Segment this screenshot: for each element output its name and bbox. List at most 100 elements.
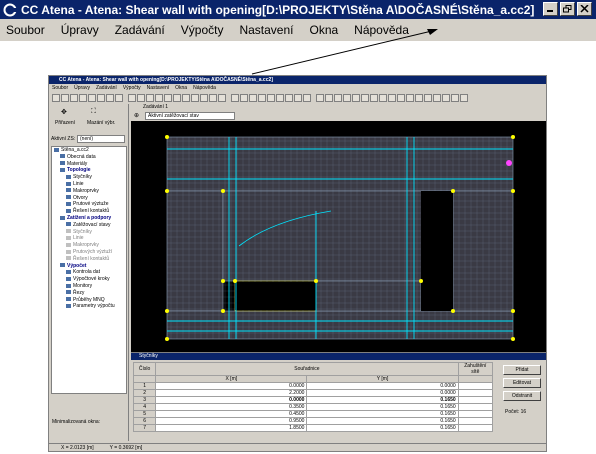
table-row[interactable]: 2 2.2000 0.0000: [132, 389, 494, 397]
toolbar-button[interactable]: [155, 94, 163, 102]
tree-item[interactable]: Makroprvky: [52, 242, 126, 249]
add-button[interactable]: Přidat: [503, 365, 541, 375]
toolbar-button[interactable]: [137, 94, 145, 102]
toolbar-button[interactable]: [209, 94, 217, 102]
toolbar-button[interactable]: [182, 94, 190, 102]
tree-item[interactable]: Monitory: [52, 283, 126, 290]
toolbar-button[interactable]: [191, 94, 199, 102]
tree-item[interactable]: Prutových výztuží: [52, 249, 126, 256]
toolbar-button[interactable]: [397, 94, 405, 102]
toolbar-button[interactable]: [276, 94, 284, 102]
tree-item[interactable]: Otvory: [52, 195, 126, 202]
toolbar-button[interactable]: [267, 94, 275, 102]
tree-item-label: Otvory: [73, 194, 88, 201]
delete-button[interactable]: Odstranit: [503, 391, 541, 401]
node-point: [165, 337, 169, 341]
tree-item[interactable]: Makroprvky: [52, 188, 126, 195]
toolbar-button[interactable]: [406, 94, 414, 102]
loadcase-select[interactable]: Aktivní zatěžovací stav: [145, 112, 235, 120]
toolbar-button[interactable]: [424, 94, 432, 102]
tree-item[interactable]: Kontrola dat: [52, 269, 126, 276]
x-cell: 1.8500: [155, 424, 308, 432]
small-menu-item[interactable]: Zadávání: [96, 84, 117, 92]
row-number: 6: [132, 417, 157, 425]
small-menu-item[interactable]: Úpravy: [74, 84, 90, 92]
tree-item[interactable]: Styčníky: [52, 174, 126, 181]
tree-item[interactable]: Výpočet: [52, 263, 126, 270]
toolbar-button[interactable]: [352, 94, 360, 102]
toolbar-button[interactable]: [325, 94, 333, 102]
toolbar-button[interactable]: [258, 94, 266, 102]
toolbar-button[interactable]: [249, 94, 257, 102]
tree-item[interactable]: Obecná data: [52, 154, 126, 161]
active-loadcase-select[interactable]: (není): [77, 135, 125, 143]
tree-item[interactable]: Zatěžovací stavy: [52, 222, 126, 229]
assign-icon[interactable]: ✥: [61, 108, 67, 116]
toolbar-button[interactable]: [61, 94, 69, 102]
table-row[interactable]: 6 0.9500 0.1650: [132, 417, 494, 425]
small-menu-item[interactable]: Výpočty: [123, 84, 141, 92]
edit-button[interactable]: Editovat: [503, 378, 541, 388]
toolbar-button[interactable]: [285, 94, 293, 102]
node-point: [165, 309, 169, 313]
toolbar-button[interactable]: [442, 94, 450, 102]
small-menu-item[interactable]: Nastavení: [147, 84, 170, 92]
toolbar-button[interactable]: [415, 94, 423, 102]
tree-item[interactable]: Řešení kontaktů: [52, 256, 126, 263]
toolbar-button[interactable]: [146, 94, 154, 102]
toolbar-button[interactable]: [79, 94, 87, 102]
toolbar-button[interactable]: [334, 94, 342, 102]
tree-item-label: Materiály: [67, 160, 88, 167]
toolbar-button[interactable]: [52, 94, 60, 102]
table-row[interactable]: 1 0.0000 0.0000: [132, 382, 494, 390]
tree-item[interactable]: Linie: [52, 235, 126, 242]
tree-item[interactable]: Zatížení a podpory: [52, 215, 126, 222]
tree-item[interactable]: Stěna_a.cc2: [52, 147, 126, 154]
toolbar-button[interactable]: [460, 94, 468, 102]
toolbar-button[interactable]: [173, 94, 181, 102]
small-menu-item[interactable]: Okna: [175, 84, 187, 92]
active-loadcase-value: (není): [80, 136, 94, 142]
toolbar-button[interactable]: [106, 94, 114, 102]
toolbar-button[interactable]: [231, 94, 239, 102]
node-icon: [66, 229, 71, 234]
toolbar-button[interactable]: [200, 94, 208, 102]
model-canvas[interactable]: [131, 121, 546, 352]
toolbar-button[interactable]: [88, 94, 96, 102]
toolbar-button[interactable]: [343, 94, 351, 102]
col-refinement-sub: [457, 375, 494, 383]
toolbar-button[interactable]: [115, 94, 123, 102]
toolbar-button[interactable]: [218, 94, 226, 102]
toolbar-button[interactable]: [303, 94, 311, 102]
toolbar-button[interactable]: [433, 94, 441, 102]
toolbar-button[interactable]: [361, 94, 369, 102]
tree-item[interactable]: Průběhy MNQ: [52, 297, 126, 304]
table-row[interactable]: 5 0.4500 0.1650: [132, 410, 494, 418]
tree-item[interactable]: Styčníky: [52, 229, 126, 236]
tree-item[interactable]: Linie: [52, 181, 126, 188]
table-row[interactable]: 4 0.3500 0.1650: [132, 403, 494, 411]
toolbar-button[interactable]: [388, 94, 396, 102]
toolbar-button[interactable]: [128, 94, 136, 102]
table-row[interactable]: 3 0.0000 0.1650: [132, 396, 494, 404]
tree-item[interactable]: Materiály: [52, 161, 126, 168]
tree-item[interactable]: Řezy: [52, 290, 126, 297]
tree-item[interactable]: Parametry výpočtu: [52, 303, 126, 310]
select-icon[interactable]: ⛶: [91, 108, 96, 116]
table-row[interactable]: 7 1.8500 0.1650: [132, 424, 494, 432]
tree-item[interactable]: Topologie: [52, 167, 126, 174]
tree-item[interactable]: Řešení kontaktů: [52, 208, 126, 215]
toolbar-button[interactable]: [370, 94, 378, 102]
toolbar-button[interactable]: [316, 94, 324, 102]
toolbar-button[interactable]: [70, 94, 78, 102]
toolbar-button[interactable]: [379, 94, 387, 102]
toolbar-button[interactable]: [294, 94, 302, 102]
toolbar-button[interactable]: [240, 94, 248, 102]
toolbar-button[interactable]: [164, 94, 172, 102]
tree-item[interactable]: Výpočtové kroky: [52, 276, 126, 283]
toolbar-button[interactable]: [451, 94, 459, 102]
small-menu-item[interactable]: Nápověda: [193, 84, 216, 92]
col-refinement: Zahuštění sítě: [457, 362, 494, 376]
toolbar-button[interactable]: [97, 94, 105, 102]
small-menu-item[interactable]: Soubor: [52, 84, 68, 92]
